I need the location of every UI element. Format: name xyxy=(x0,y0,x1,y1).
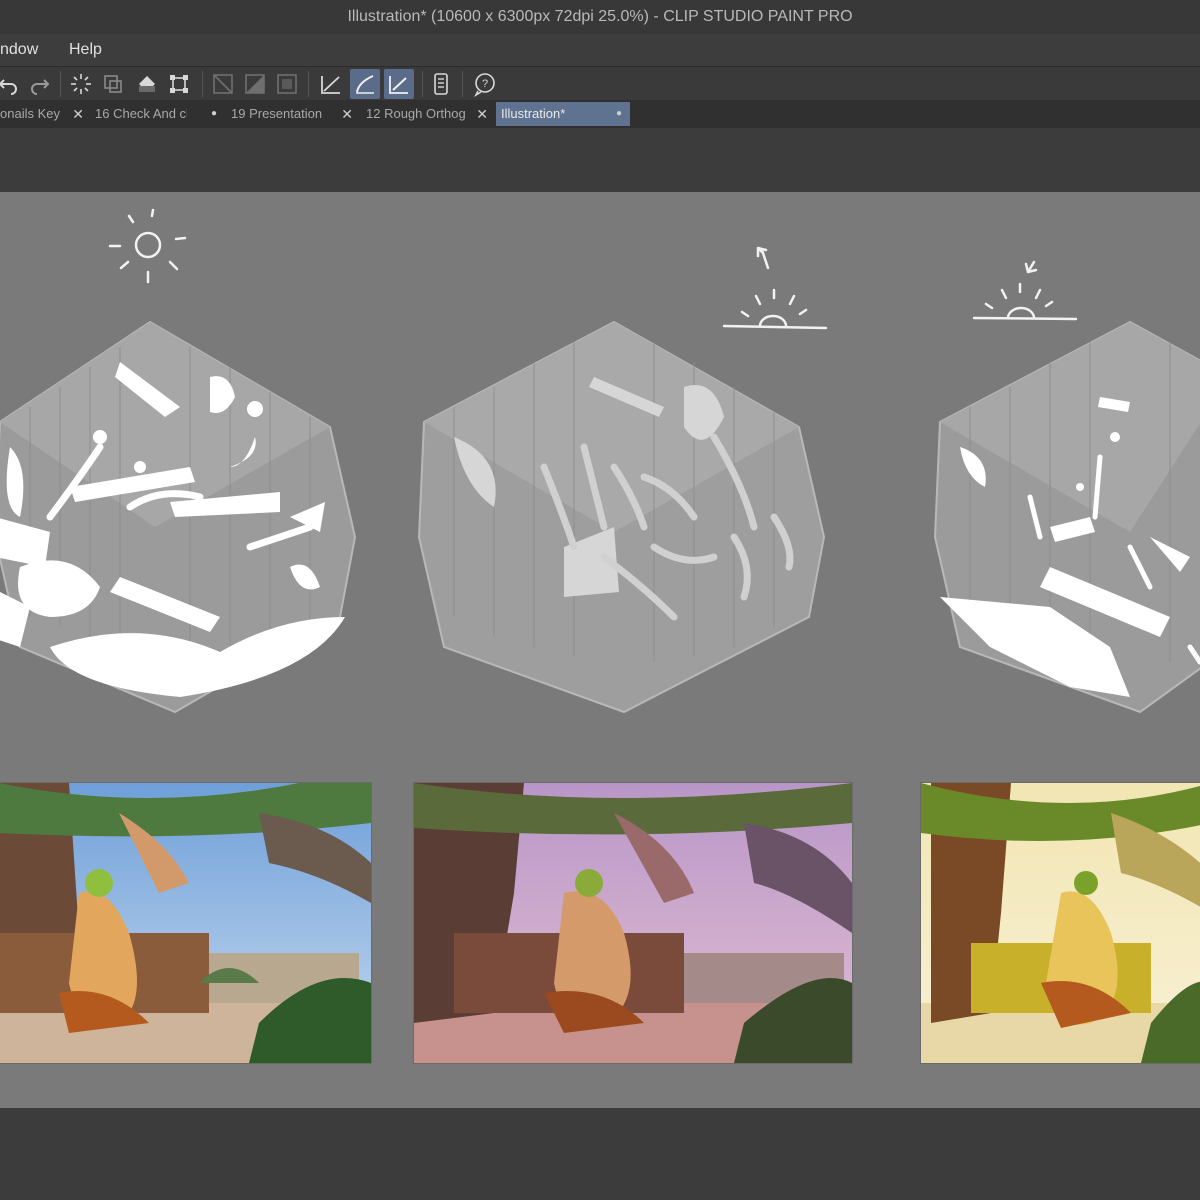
menu-item-help[interactable]: Help xyxy=(69,41,102,59)
tone-icon[interactable] xyxy=(240,69,270,99)
hex-study-sunset xyxy=(933,320,1200,714)
close-icon[interactable]: ✕ xyxy=(72,102,84,126)
unsaved-dot-icon[interactable]: ● xyxy=(211,102,217,126)
close-icon[interactable]: ✕ xyxy=(476,102,488,126)
close-icon[interactable]: ✕ xyxy=(341,102,353,126)
sun-midday-icon xyxy=(108,208,187,284)
brush-stabilizer-icon[interactable] xyxy=(350,69,380,99)
unsaved-dot-icon[interactable]: ● xyxy=(616,102,622,126)
toolbar-separator xyxy=(202,71,203,97)
frame-icon[interactable] xyxy=(272,69,302,99)
help-icon[interactable]: ? xyxy=(470,69,500,99)
toolbar-separator xyxy=(422,71,423,97)
undo-icon[interactable] xyxy=(0,69,24,99)
render-golden-hour xyxy=(920,782,1200,1064)
fill-icon[interactable] xyxy=(132,69,162,99)
menu-bar: ndow Help xyxy=(0,34,1200,66)
transform-icon[interactable] xyxy=(98,69,128,99)
tab-illustration[interactable]: Illustration* ● xyxy=(496,102,630,126)
toolbar-separator xyxy=(60,71,61,97)
toolbar-separator xyxy=(462,71,463,97)
tab-thumbnails-key[interactable]: onails Key ✕ xyxy=(0,102,88,126)
render-dusk xyxy=(413,782,853,1064)
window-title: Illustration* (10600 x 6300px 72dpi 25.0… xyxy=(0,0,1200,34)
redo-icon[interactable] xyxy=(24,69,54,99)
document-icon[interactable] xyxy=(426,69,456,99)
drawing-canvas[interactable] xyxy=(0,192,1200,1108)
tab-label: 16 Check And cl xyxy=(95,106,187,121)
tab-label: 12 Rough Orthog xyxy=(366,106,466,121)
workspace-margin xyxy=(0,128,1200,192)
document-tab-bar: onails Key ✕ 16 Check And cl ● 19 Presen… xyxy=(0,100,1200,128)
hex-study-midday xyxy=(0,320,357,714)
ruler-snap-icon[interactable] xyxy=(208,69,238,99)
tab-label: Illustration* xyxy=(501,106,566,121)
bottom-panel xyxy=(0,1108,1200,1200)
menu-item-window[interactable]: ndow xyxy=(0,41,38,59)
tab-rough-ortho[interactable]: 12 Rough Orthog ✕ xyxy=(366,102,492,126)
tab-check-and-clean[interactable]: 16 Check And cl ● xyxy=(95,102,221,126)
crop-icon[interactable] xyxy=(164,69,194,99)
svg-text:?: ? xyxy=(482,78,488,90)
tab-label: 19 Presentation xyxy=(231,106,323,121)
command-bar: ? xyxy=(0,66,1200,101)
sunset-icon xyxy=(972,260,1078,321)
perspective-icon[interactable] xyxy=(316,69,346,99)
toolbar-separator xyxy=(308,71,309,97)
tab-presentation[interactable]: 19 Presentation ✕ xyxy=(231,102,357,126)
hex-study-sunrise xyxy=(417,320,826,714)
brush-pressure-icon[interactable] xyxy=(384,69,414,99)
tab-label: onails Key xyxy=(0,106,60,121)
render-midday xyxy=(0,782,372,1064)
select-all-icon[interactable] xyxy=(66,69,96,99)
